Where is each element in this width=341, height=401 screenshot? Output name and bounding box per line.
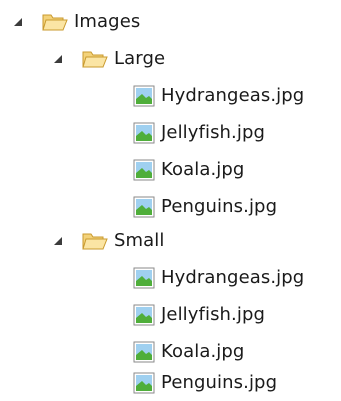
image-file-icon — [133, 372, 155, 394]
tree-file-item[interactable]: Jellyfish.jpg — [133, 115, 265, 151]
tree-file-label: Jellyfish.jpg — [161, 122, 266, 143]
tree-file-item[interactable]: Koala.jpg — [133, 152, 244, 188]
tree-file-item[interactable]: Hydrangeas.jpg — [133, 260, 304, 296]
folder-open-icon — [82, 48, 108, 70]
expand-arrow-icon[interactable] — [52, 235, 64, 247]
tree-file-label: Hydrangeas.jpg — [161, 267, 305, 288]
folder-open-icon — [82, 230, 108, 252]
expand-arrow-icon[interactable] — [12, 16, 24, 28]
tree-file-label: Penguins.jpg — [161, 372, 278, 393]
tree-file-item[interactable]: Penguins.jpg — [133, 365, 277, 401]
image-file-icon — [133, 159, 155, 181]
folder-open-icon — [42, 11, 68, 33]
image-file-icon — [133, 267, 155, 289]
tree-file-label: Koala.jpg — [161, 159, 245, 180]
tree-file-label: Penguins.jpg — [161, 196, 278, 217]
tree-node-label: Small — [114, 230, 165, 251]
tree-node-label: Images — [74, 11, 141, 32]
tree-node-large[interactable]: Large — [52, 41, 165, 77]
file-tree: Images Large Hydrangeas.jpg Jellyfish.jp… — [0, 0, 341, 398]
tree-node-label: Large — [114, 48, 166, 69]
image-file-icon — [133, 122, 155, 144]
tree-file-label: Jellyfish.jpg — [161, 304, 266, 325]
tree-file-label: Hydrangeas.jpg — [161, 85, 305, 106]
tree-file-item[interactable]: Penguins.jpg — [133, 189, 277, 225]
image-file-icon — [133, 85, 155, 107]
expand-arrow-icon[interactable] — [52, 53, 64, 65]
tree-node-small[interactable]: Small — [52, 223, 165, 259]
tree-file-item[interactable]: Jellyfish.jpg — [133, 297, 265, 333]
tree-node-images[interactable]: Images — [12, 4, 140, 40]
image-file-icon — [133, 196, 155, 218]
image-file-icon — [133, 341, 155, 363]
image-file-icon — [133, 304, 155, 326]
tree-file-item[interactable]: Hydrangeas.jpg — [133, 78, 304, 114]
